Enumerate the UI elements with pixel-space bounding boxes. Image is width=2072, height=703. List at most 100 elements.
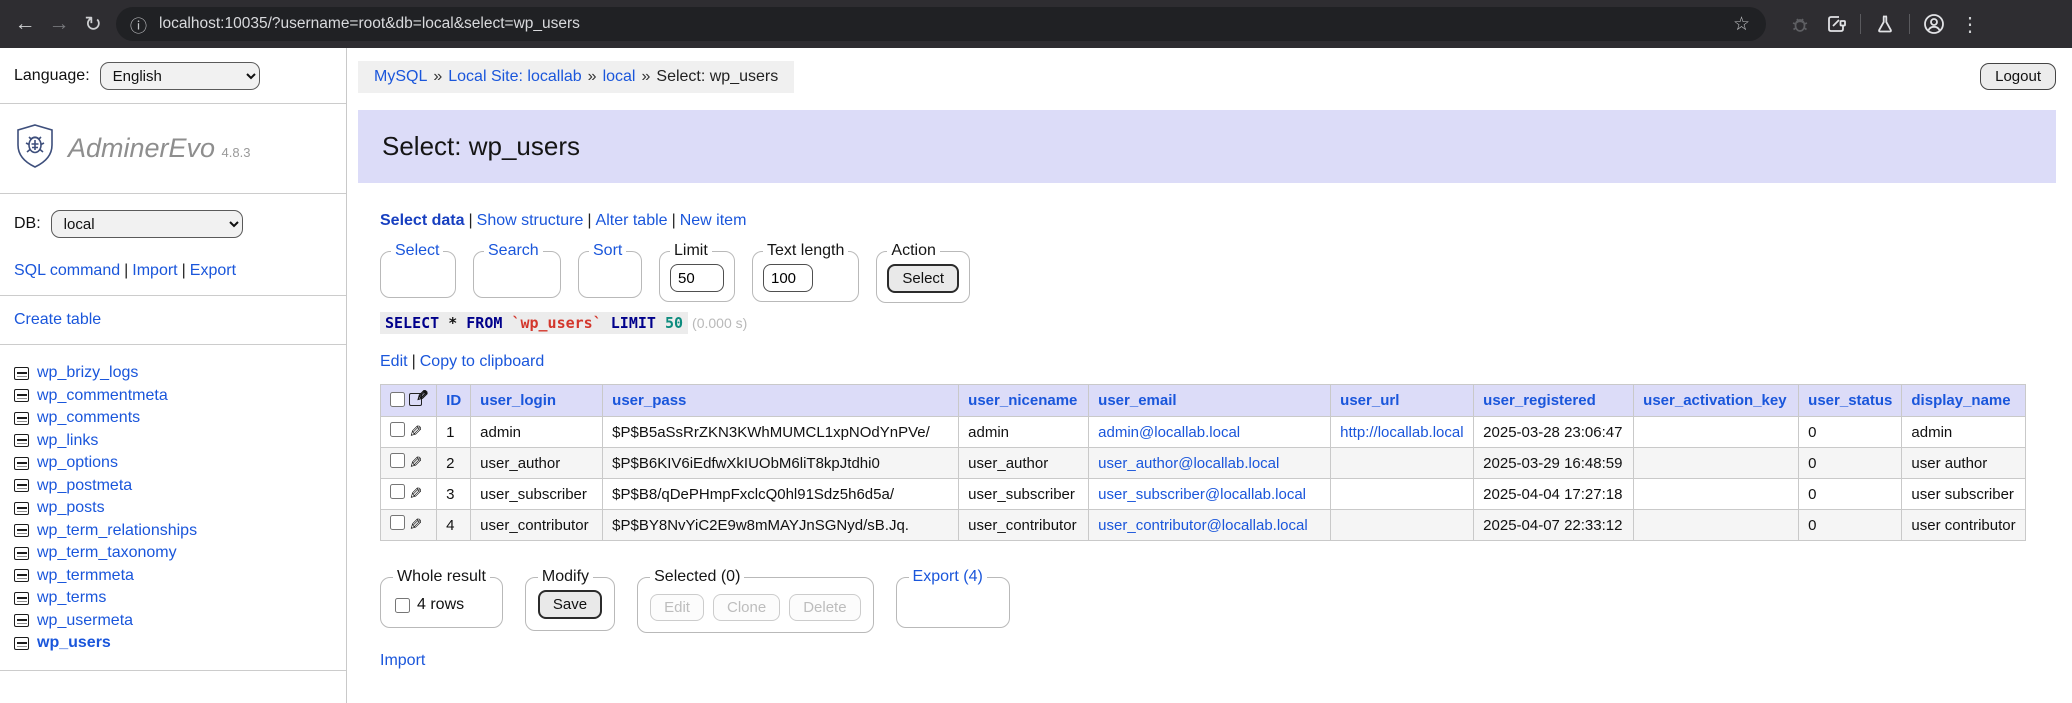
select-columns-link[interactable]: Select <box>395 242 439 259</box>
db-select[interactable]: local <box>51 210 243 238</box>
table-icon[interactable] <box>14 524 29 537</box>
table-link[interactable]: wp_brizy_logs <box>37 364 138 382</box>
logout-button[interactable]: Logout <box>1980 63 2056 90</box>
site-info-icon[interactable]: ⓘ <box>130 12 147 37</box>
select-data-link[interactable]: Select data <box>380 212 464 229</box>
edit-row-link[interactable]: ✎ <box>409 515 422 535</box>
edit-row-link[interactable]: ✎ <box>409 453 422 473</box>
back-icon[interactable]: ← <box>8 7 42 41</box>
table-icon[interactable] <box>14 547 29 560</box>
table-link[interactable]: wp_commentmeta <box>37 387 168 405</box>
alter-table-link[interactable]: Alter table <box>596 212 668 229</box>
search-link[interactable]: Search <box>488 242 539 259</box>
cell-user-email-link[interactable]: admin@locallab.local <box>1098 424 1240 441</box>
modify-all-icon[interactable]: ✎ <box>409 390 427 407</box>
import-link[interactable]: Import <box>132 262 177 279</box>
profile-icon[interactable] <box>1918 8 1950 40</box>
table-icon[interactable] <box>14 502 29 515</box>
sql-command-link[interactable]: SQL command <box>14 262 120 279</box>
row-select-checkbox[interactable] <box>390 515 405 530</box>
save-button[interactable]: Save <box>538 590 602 619</box>
table-icon[interactable] <box>14 569 29 582</box>
cell-user-email-link[interactable]: user_subscriber@locallab.local <box>1098 486 1306 503</box>
column-header-link[interactable]: user_nicename <box>968 392 1077 409</box>
column-header-link[interactable]: user_status <box>1808 392 1892 409</box>
column-header-link[interactable]: user_url <box>1340 392 1399 409</box>
forward-icon[interactable]: → <box>42 7 76 41</box>
table-link[interactable]: wp_users <box>37 634 111 652</box>
select-all-checkbox[interactable] <box>390 392 405 407</box>
table-link[interactable]: wp_usermeta <box>37 612 133 630</box>
table-icon[interactable] <box>14 367 29 380</box>
table-link[interactable]: wp_options <box>37 454 118 472</box>
sql-actions: Edit|Copy to clipboard <box>380 353 2056 371</box>
text-length-input[interactable] <box>763 264 813 292</box>
export-results-link[interactable]: Export (4) <box>913 568 983 585</box>
select-submit-button[interactable]: Select <box>887 264 959 293</box>
address-bar[interactable]: ⓘ localhost:10035/?username=root&db=loca… <box>116 7 1766 41</box>
table-icon[interactable] <box>14 592 29 605</box>
table-link[interactable]: wp_posts <box>37 499 105 517</box>
column-header-link[interactable]: user_activation_key <box>1643 392 1786 409</box>
copy-to-clipboard-link[interactable]: Copy to clipboard <box>420 353 545 370</box>
table-link[interactable]: wp_links <box>37 432 98 450</box>
table-icon[interactable] <box>14 389 29 402</box>
breadcrumb-db-link[interactable]: local <box>603 68 636 85</box>
table-icon[interactable] <box>14 412 29 425</box>
table-link[interactable]: wp_term_relationships <box>37 522 197 540</box>
row-select-checkbox[interactable] <box>390 484 405 499</box>
reload-icon[interactable]: ↻ <box>76 7 110 41</box>
show-structure-link[interactable]: Show structure <box>477 212 584 229</box>
table-link[interactable]: wp_comments <box>37 409 140 427</box>
labs-flask-icon[interactable] <box>1869 8 1901 40</box>
separator: | <box>587 212 591 229</box>
column-header-link[interactable]: user_login <box>480 392 556 409</box>
table-icon[interactable] <box>14 614 29 627</box>
new-item-link[interactable]: New item <box>680 212 747 229</box>
cell-id: 3 <box>437 479 471 510</box>
row-select-checkbox[interactable] <box>390 422 405 437</box>
column-header-link[interactable]: user_email <box>1098 392 1176 409</box>
edit-sql-link[interactable]: Edit <box>380 353 408 370</box>
bug-extension-icon[interactable] <box>1784 8 1816 40</box>
breadcrumb-server-link[interactable]: Local Site: locallab <box>448 68 581 85</box>
edit-row-link[interactable]: ✎ <box>409 422 422 442</box>
whole-result-checkbox[interactable] <box>395 598 410 613</box>
cell-user-email-link[interactable]: user_contributor@locallab.local <box>1098 517 1308 534</box>
table-link[interactable]: wp_termmeta <box>37 567 134 585</box>
row-select-checkbox[interactable] <box>390 453 405 468</box>
sort-link[interactable]: Sort <box>593 242 622 259</box>
limit-input[interactable] <box>670 264 724 292</box>
export-link[interactable]: Export <box>190 262 236 279</box>
table-icon[interactable] <box>14 479 29 492</box>
table-icon[interactable] <box>14 637 29 650</box>
column-header-link[interactable]: ID <box>446 392 461 409</box>
column-header-link[interactable]: user_registered <box>1483 392 1596 409</box>
language-select[interactable]: English <box>100 62 260 90</box>
table-link[interactable]: wp_term_taxonomy <box>37 544 177 562</box>
bookmark-star-icon[interactable]: ☆ <box>1727 13 1756 36</box>
import-data-link[interactable]: Import <box>380 652 425 669</box>
table-link[interactable]: wp_terms <box>37 589 106 607</box>
limit-fieldset: Limit <box>659 242 735 302</box>
table-icon[interactable] <box>14 457 29 470</box>
sort-fieldset-body <box>589 264 631 288</box>
cell-display-name: user subscriber <box>1902 479 2026 510</box>
edit-row-link[interactable]: ✎ <box>409 484 422 504</box>
column-header-link[interactable]: user_pass <box>612 392 686 409</box>
text-length-fieldset: Text length <box>752 242 859 302</box>
table-link[interactable]: wp_postmeta <box>37 477 132 495</box>
create-table-link[interactable]: Create table <box>14 311 101 328</box>
cell-user-status: 0 <box>1799 417 1902 448</box>
whole-result-checkbox-row: 4 rows <box>393 590 490 616</box>
sql-statement: SELECT * FROM `wp_users` LIMIT 50(0.000 … <box>380 314 2056 332</box>
breadcrumb-mysql-link[interactable]: MySQL <box>374 68 427 85</box>
separator: | <box>182 262 186 279</box>
cell-user-url-link[interactable]: http://locallab.local <box>1340 424 1463 441</box>
column-header-link[interactable]: display_name <box>1911 392 2010 409</box>
table-icon[interactable] <box>14 434 29 447</box>
extensions-icon[interactable] <box>1820 8 1852 40</box>
cell-user-email-link[interactable]: user_author@locallab.local <box>1098 455 1279 472</box>
url-text[interactable]: localhost:10035/?username=root&db=local&… <box>159 15 1727 33</box>
browser-menu-icon[interactable]: ⋮ <box>1954 8 1986 40</box>
